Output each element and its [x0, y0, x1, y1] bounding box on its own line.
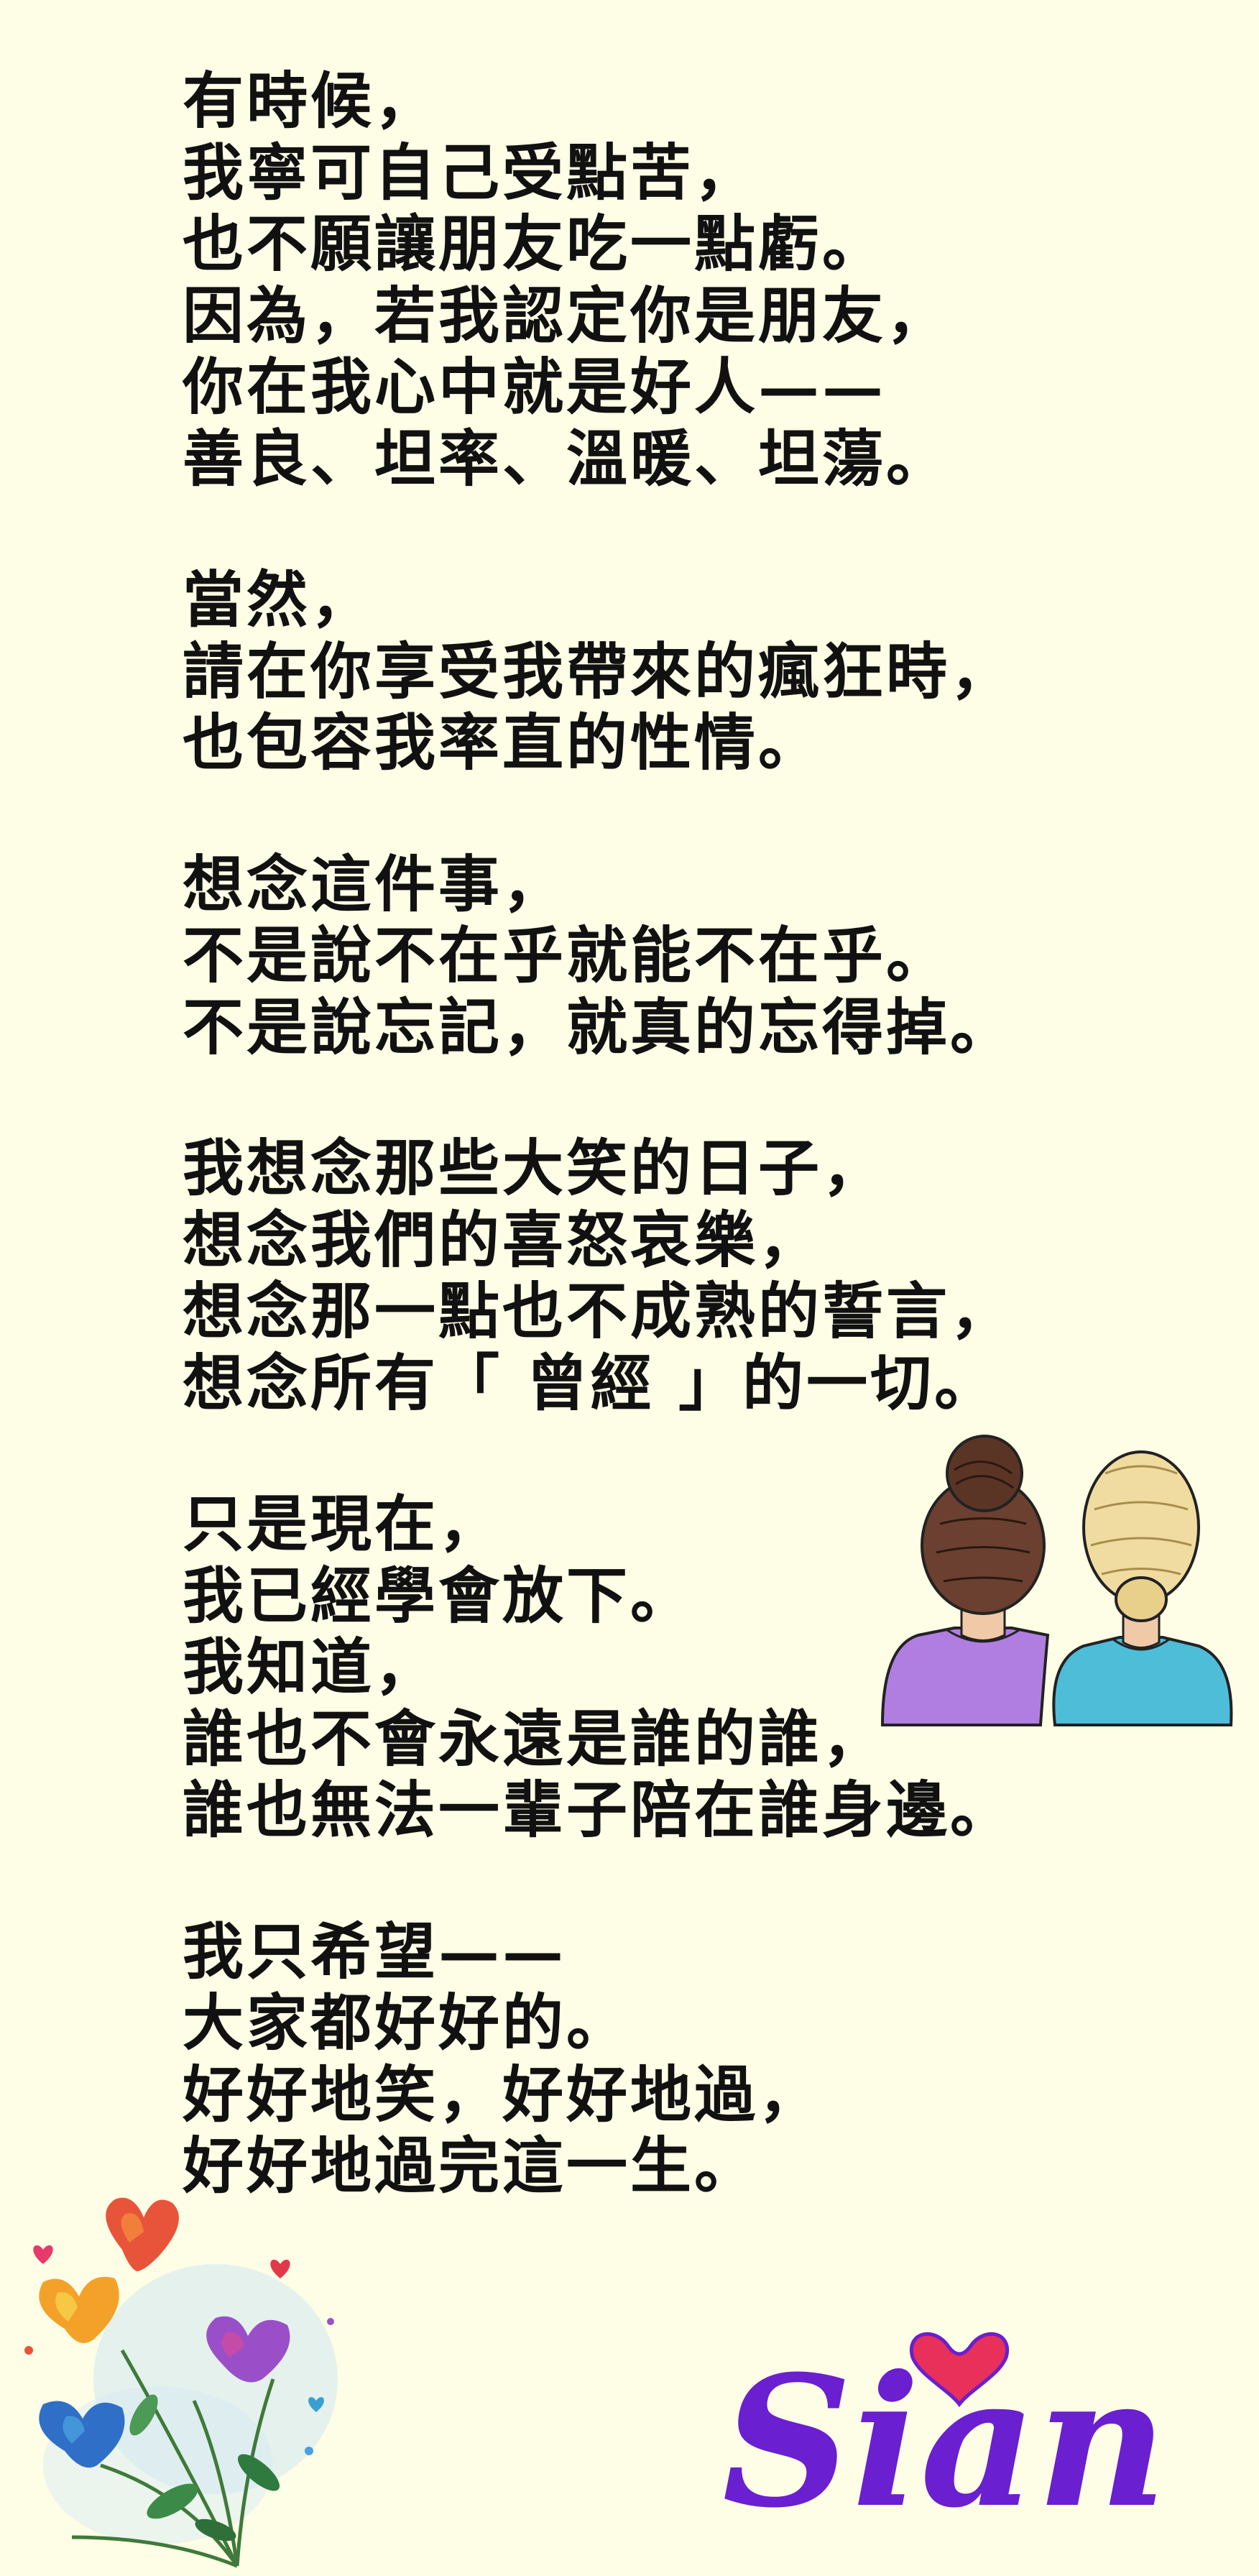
poem-line: 想念我們的喜怒哀樂，	[183, 1204, 823, 1276]
stanza-6: 我只希望—— 大家都好好的。 好好地笑，好好地過， 好好地過完這一生。	[183, 1915, 1189, 2203]
girl-brown-hair-icon	[880, 1435, 1050, 1726]
sian-signature: Sian	[722, 2332, 1167, 2534]
poem-line: 好好地笑，好好地過，	[183, 2058, 823, 2131]
stanza-2: 當然， 請在你享受我帶來的瘋狂時， 也包容我率直的性情。	[183, 564, 1189, 780]
poem-line: 也包容我率直的性情。	[183, 707, 823, 779]
poem-line: 我只希望——	[183, 1915, 567, 1988]
poem-line: 請在你享受我帶來的瘋狂時，	[183, 635, 1015, 708]
poem-line: 不是說忘記，就真的忘得掉。	[183, 991, 1015, 1064]
stanza-1: 有時候， 我寧可自己受點苦， 也不願讓朋友吃一點虧。 因為，若我認定你是朋友， …	[183, 65, 1189, 495]
poem-line: 想念那一點也不成熟的誓言，	[183, 1276, 1015, 1348]
watercolor-flowers-illustration	[24, 2197, 338, 2568]
stanza-3: 想念這件事， 不是說不在乎就能不在乎。 不是說忘記，就真的忘得掉。	[183, 848, 1189, 1064]
poem-line: 有時候，	[183, 65, 439, 137]
stanza-4: 我想念那些大笑的日子， 想念我們的喜怒哀樂， 想念那一點也不成熟的誓言， 想念所…	[183, 1133, 1189, 1420]
poem-line: 當然，	[183, 564, 375, 636]
poem-line: 不是說不在乎就能不在乎。	[183, 920, 951, 992]
poem-line: 我想念那些大笑的日子，	[183, 1133, 887, 1205]
poem-line: 想念這件事，	[183, 848, 567, 921]
poem-line: 大家都好好的。	[183, 1987, 631, 2059]
poem-line: 你在我心中就是好人——	[183, 351, 887, 423]
poem-line: 因為，若我認定你是朋友，	[183, 280, 951, 352]
poem-line: 善良、坦率、溫暖、坦蕩。	[183, 423, 951, 495]
poem: 有時候， 我寧可自己受點苦， 也不願讓朋友吃一點虧。 因為，若我認定你是朋友， …	[183, 65, 1189, 2273]
poem-line: 也不願讓朋友吃一點虧。	[183, 208, 887, 280]
poem-line: 誰也無法一輩子陪在誰身邊。	[183, 1775, 1015, 1846]
two-girls-illustration	[880, 1435, 1233, 1726]
poem-line: 我寧可自己受點苦，	[183, 137, 759, 209]
poem-line: 想念所有「 曾經 」的一切。	[183, 1347, 999, 1420]
girl-blonde-hair-icon	[1052, 1450, 1233, 1726]
